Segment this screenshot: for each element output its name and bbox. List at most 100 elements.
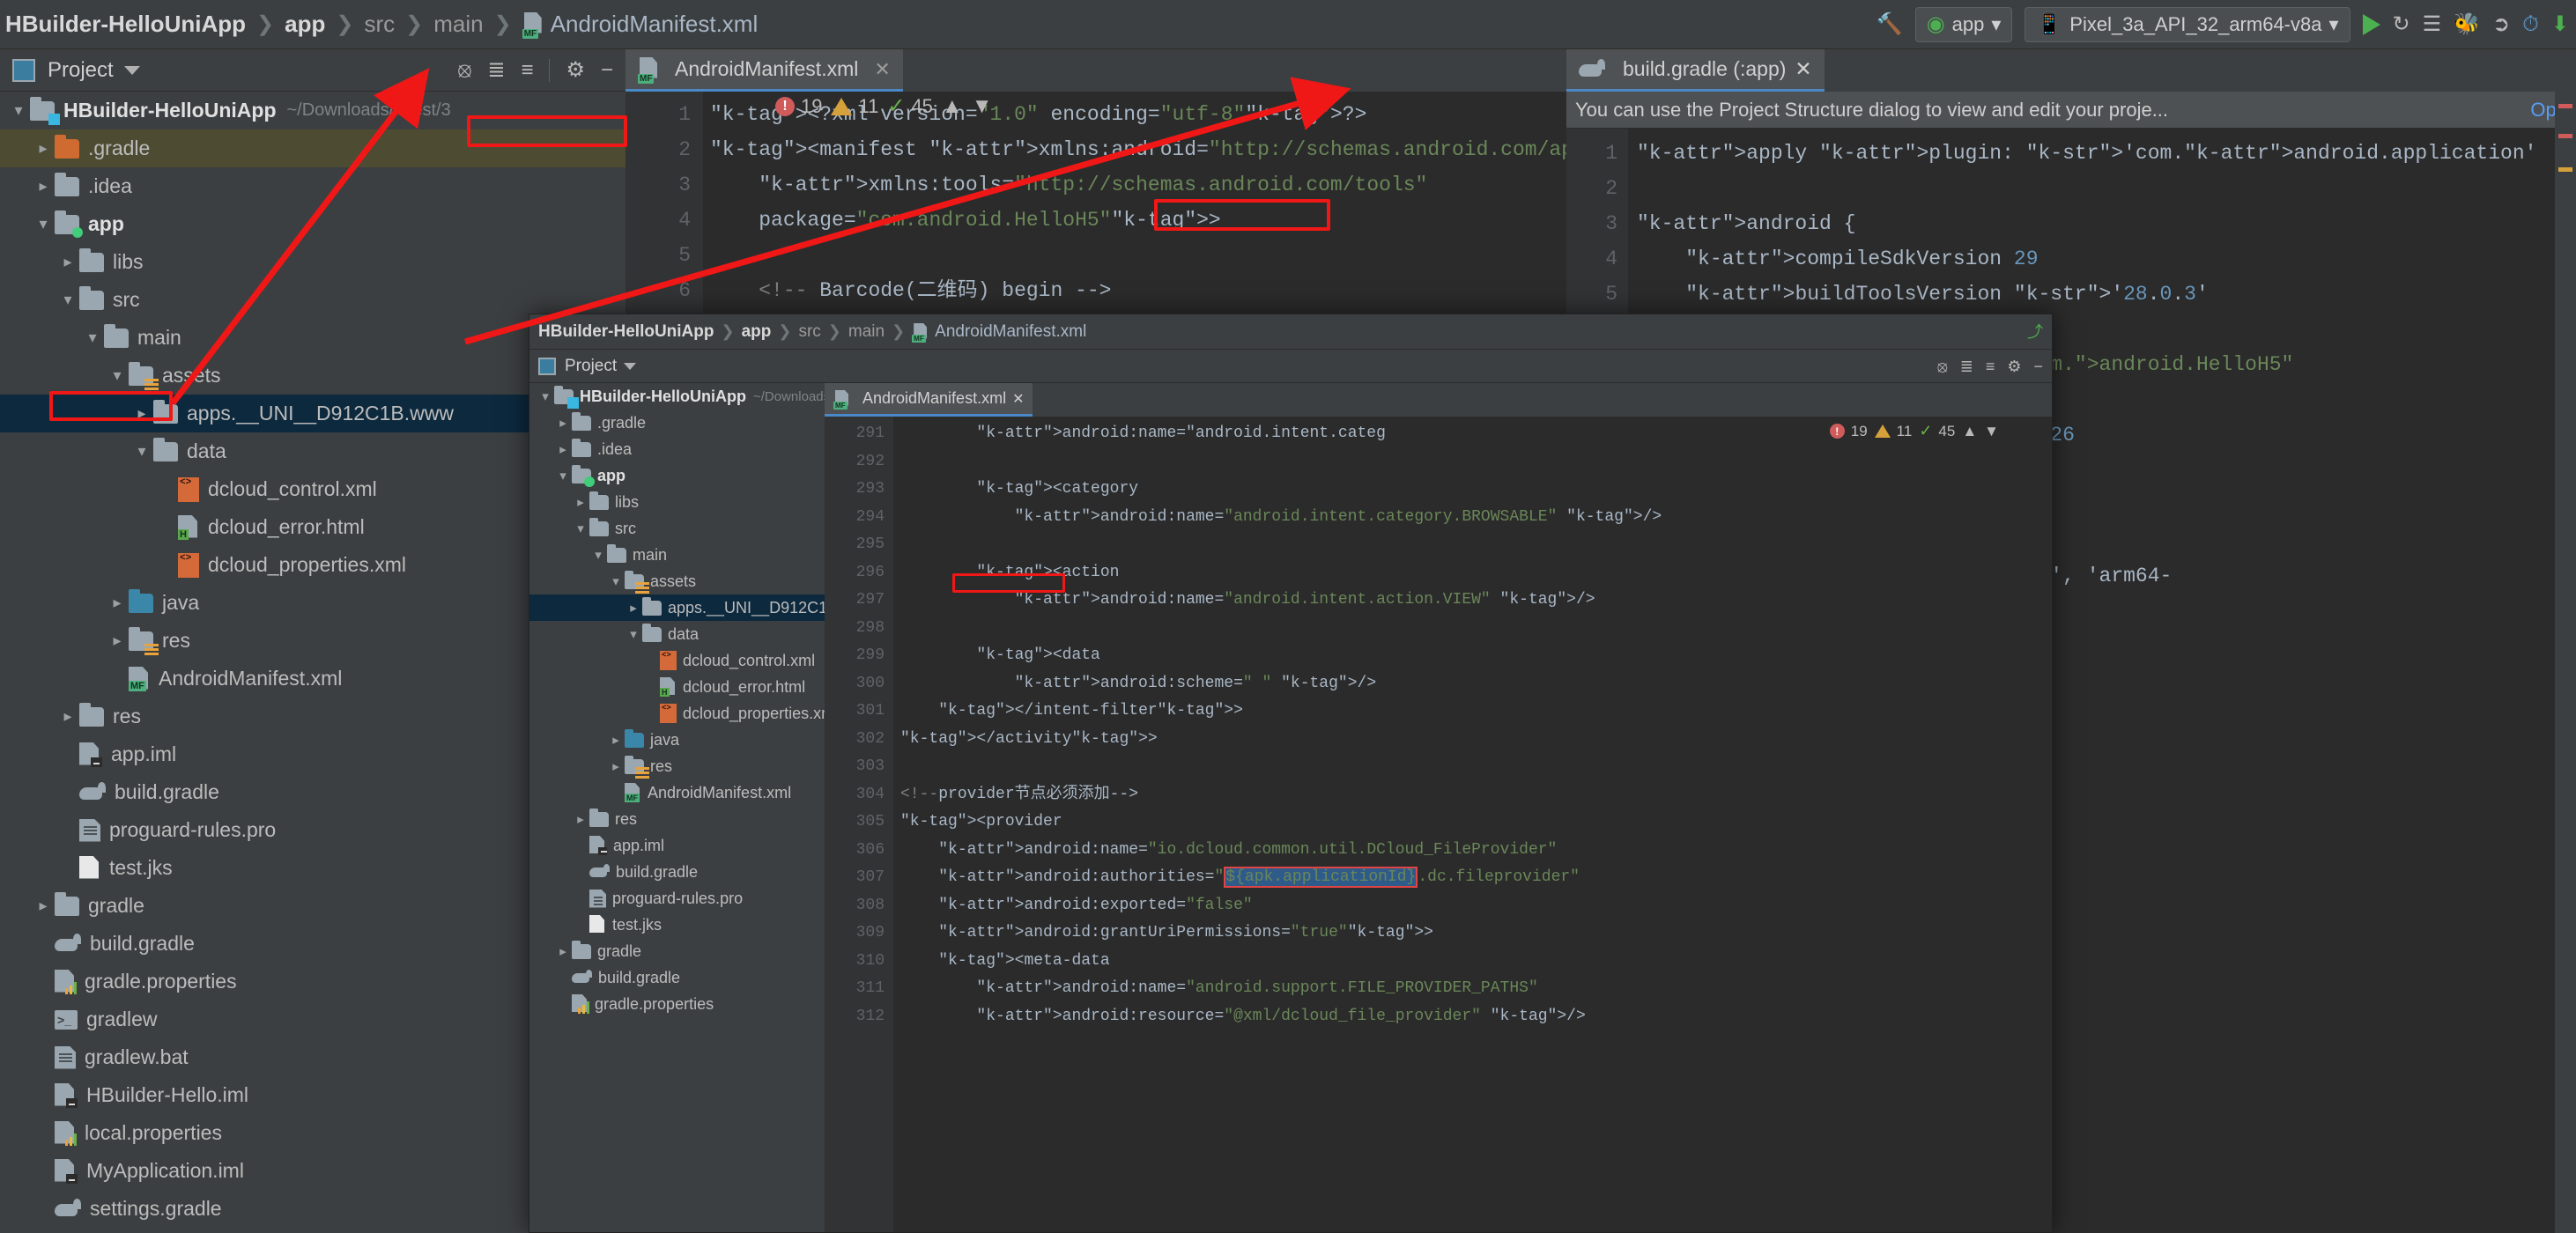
inner-warning-count[interactable]: 11: [1874, 423, 1912, 440]
sync-icon[interactable]: ⤴: [2027, 324, 2043, 340]
scroll-marker-stripe[interactable]: [2555, 92, 2576, 1233]
settings-gear-icon[interactable]: ⚙: [2007, 358, 2021, 374]
next-highlight-icon[interactable]: ▼: [1984, 424, 1999, 439]
attach-debugger-icon[interactable]: ➲: [2492, 13, 2510, 35]
tree-row[interactable]: ▸ java: [529, 727, 825, 753]
collapse-all-icon[interactable]: ≡: [1986, 358, 1995, 374]
code-line[interactable]: "k-attr">xmlns:tools="http://schemas.and…: [710, 167, 1566, 203]
close-icon[interactable]: ✕: [1795, 57, 1811, 81]
chevron-down-icon[interactable]: ▾: [554, 468, 572, 484]
error-marker[interactable]: [2558, 104, 2572, 108]
chevron-right-icon[interactable]: ▸: [554, 943, 572, 959]
warning-marker[interactable]: [2558, 167, 2572, 172]
breadcrumb-manifest[interactable]: AndroidManifest.xml: [551, 11, 759, 38]
chevron-right-icon[interactable]: ▸: [607, 758, 625, 774]
chevron-right-icon[interactable]: ▸: [106, 631, 129, 650]
tree-row[interactable]: Hdcloud_error.html: [529, 674, 825, 700]
tree-row[interactable]: ▾ main: [529, 542, 825, 568]
inner-code-content[interactable]: "k-attr">android:name="android.intent.ca…: [900, 417, 2052, 1232]
code-line[interactable]: "k-attr">apply "k-attr">plugin: "k-str">…: [1637, 136, 2576, 171]
locate-icon[interactable]: ⦻: [457, 59, 471, 81]
chevron-right-icon[interactable]: ▸: [106, 594, 129, 612]
chevron-down-icon[interactable]: [624, 362, 637, 370]
profiler-icon[interactable]: ⏱: [2522, 13, 2539, 35]
chevron-right-icon[interactable]: ▸: [32, 139, 55, 158]
breadcrumb-main[interactable]: main: [433, 11, 483, 38]
check-count[interactable]: ✓ 45: [887, 93, 933, 119]
chevron-down-icon[interactable]: ▾: [572, 521, 589, 536]
settings-gear-icon[interactable]: ⚙: [566, 59, 585, 81]
tab-androidmanifest[interactable]: MF AndroidManifest.xml ✕: [625, 49, 903, 92]
error-count[interactable]: ! 19: [775, 95, 822, 118]
tree-row[interactable]: <> dcloud_properties.xml: [529, 700, 825, 727]
build-variant-selector[interactable]: ◉ app ▾: [1914, 6, 2013, 42]
chevron-right-icon[interactable]: ▸: [572, 811, 589, 827]
next-highlight-icon[interactable]: ▼: [972, 95, 993, 117]
collapse-all-icon[interactable]: ≡: [521, 59, 533, 81]
code-line[interactable]: "k-tag"><action: [900, 559, 2052, 587]
code-line[interactable]: [900, 448, 2052, 476]
inner-breadcrumb-project[interactable]: HBuilder-HelloUniApp: [538, 322, 714, 342]
code-line[interactable]: "k-attr">android {: [1637, 206, 2576, 241]
code-line[interactable]: [710, 238, 1566, 273]
code-line[interactable]: "k-attr">android:authorities=" ${apk.appl…: [900, 864, 2052, 892]
code-line[interactable]: [900, 753, 2052, 781]
close-icon[interactable]: ✕: [1012, 390, 1024, 408]
code-line[interactable]: <!-- Barcode(二维码) begin -->: [710, 273, 1566, 308]
tree-row[interactable]: MF AndroidManifest.xml: [529, 779, 825, 806]
chevron-down-icon[interactable]: ▾: [106, 366, 129, 385]
chevron-right-icon[interactable]: ▸: [56, 707, 79, 726]
code-line[interactable]: "k-attr">android:name="android.intent.ca…: [900, 504, 2052, 532]
tree-row[interactable]: ▾ HBuilder-HelloUniApp ~/Downloads/latest/…: [529, 383, 825, 410]
code-line[interactable]: "k-tag"><provider: [900, 808, 2052, 837]
code-line[interactable]: "k-attr">android:name="android.intent.ac…: [900, 587, 2052, 615]
code-line[interactable]: "k-attr">android:scheme=" " "k-tag">/>: [900, 670, 2052, 698]
tree-row[interactable]: build.gradle: [529, 964, 825, 991]
inner-error-count[interactable]: ! 19: [1829, 423, 1868, 440]
inner-project-tree[interactable]: ▾ HBuilder-HelloUniApp ~/Downloads/latest/…: [529, 383, 825, 1232]
device-selector[interactable]: 📱 Pixel_3a_API_32_arm64-v8a ▾: [2025, 6, 2350, 42]
prev-highlight-icon[interactable]: ▲: [1962, 424, 1977, 439]
debug-icon[interactable]: 🐝: [2454, 13, 2480, 35]
inner-breadcrumb-main[interactable]: main: [848, 322, 885, 342]
tree-row[interactable]: ▸ .idea: [529, 436, 825, 462]
breadcrumb-src[interactable]: src: [364, 11, 395, 38]
run-icon[interactable]: [2362, 13, 2380, 35]
code-line[interactable]: "k-tag"><meta-data: [900, 948, 2052, 976]
prev-highlight-icon[interactable]: ▲: [942, 95, 963, 117]
chevron-right-icon[interactable]: ▸: [32, 177, 55, 196]
tree-row[interactable]: <> dcloud_control.xml: [529, 647, 825, 674]
tree-row[interactable]: ▸ gradle: [529, 938, 825, 964]
locate-icon[interactable]: ⦻: [1937, 358, 1948, 374]
inner-project-title[interactable]: Project: [565, 357, 617, 376]
inner-breadcrumb-src[interactable]: src: [798, 322, 820, 342]
code-line[interactable]: "k-attr">android:name="io.dcloud.common.…: [900, 837, 2052, 865]
tree-row[interactable]: app.iml: [529, 832, 825, 859]
chevron-right-icon[interactable]: ▸: [554, 415, 572, 431]
code-line[interactable]: "k-attr">compileSdkVersion 29: [1637, 241, 2576, 277]
chevron-right-icon[interactable]: ▸: [625, 600, 642, 616]
inner-check-count[interactable]: ✓ 45: [1919, 422, 1955, 440]
inspection-summary[interactable]: ! 19 11 ✓ 45 ▲ ▼: [775, 93, 992, 119]
chevron-down-icon[interactable]: [123, 65, 140, 75]
code-line[interactable]: "k-tag"></intent-filter"k-tag">>: [900, 698, 2052, 726]
code-line[interactable]: package="com.android.HelloH5""k-tag">>: [710, 203, 1566, 238]
code-line[interactable]: "k-attr">android:resource="@xml/dcloud_f…: [900, 1003, 2052, 1031]
expand-all-icon[interactable]: ≣: [487, 59, 505, 81]
chevron-right-icon[interactable]: ▸: [56, 253, 79, 271]
chevron-down-icon[interactable]: ▾: [625, 626, 642, 642]
code-line[interactable]: <!--provider节点必须添加-->: [900, 781, 2052, 809]
tree-row[interactable]: ▾ data: [529, 621, 825, 647]
code-line[interactable]: "k-tag"><data: [900, 642, 2052, 670]
code-line[interactable]: "k-tag"></activity"k-tag">>: [900, 726, 2052, 754]
hide-icon[interactable]: −: [2033, 358, 2043, 374]
expand-all-icon[interactable]: ≣: [1960, 358, 1973, 374]
chevron-down-icon[interactable]: ▾: [589, 547, 607, 563]
inner-breadcrumb-app[interactable]: app: [742, 322, 772, 342]
project-tool-title[interactable]: Project: [48, 58, 114, 83]
chevron-right-icon[interactable]: ▸: [32, 897, 55, 915]
code-line[interactable]: [900, 531, 2052, 559]
tab-build-gradle[interactable]: build.gradle (:app) ✕: [1566, 49, 1825, 92]
chevron-down-icon[interactable]: ▾: [56, 291, 79, 309]
inner-editor[interactable]: MF AndroidManifest.xml ✕ ! 19 11 ✓ 45 ▲ …: [825, 383, 2052, 1232]
